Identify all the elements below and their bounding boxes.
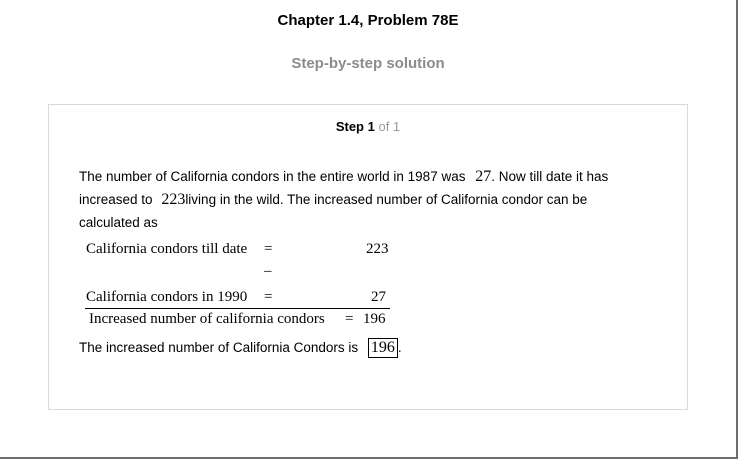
math-row2-equals: = [264,289,273,305]
paragraph-text: . Now till date it has [491,169,609,184]
paragraph-line-2: increased to 223living in the wild. The … [79,188,587,211]
answer-box: 196 [367,338,398,358]
paragraph-line-1: The number of California condors in the … [79,165,608,188]
math-result-equals: = [345,311,354,327]
math-minus-sign: – [264,263,272,279]
math-row1-equals: = [264,241,273,257]
math-subtraction-line [85,308,390,309]
paragraph-text: living in the wild. The increased number… [185,192,588,207]
paragraph-text: increased to [79,192,153,207]
paragraph-text: The number of California condors in the … [79,169,466,184]
math-result-label: Increased number of california condors [89,311,325,327]
solution-subtitle: Step-by-step solution [291,55,445,72]
conclusion-line: The increased number of California Condo… [79,336,402,359]
conclusion-text: The increased number of California Condo… [79,340,359,355]
math-row1-label: California condors till date [86,241,248,257]
math-row2-value: 27 [371,289,386,305]
paragraph-text: calculated as [79,215,158,230]
math-value-now: 223 [161,191,186,208]
solution-card: Step 1 of 1 The number of California con… [48,104,688,410]
math-value-1987: 27 [475,168,492,185]
math-result-value: 196 [363,311,386,327]
conclusion-period: . [397,340,402,355]
step-header: Step 1 of 1 [49,119,687,134]
math-row2-label: California condors in 1990 [86,289,248,305]
step-label: Step 1 [335,119,375,134]
chapter-title: Chapter 1.4, Problem 78E [277,12,459,29]
paragraph-line-3: calculated as [79,211,158,234]
step-count: of 1 [378,119,401,134]
math-row1-value: 223 [366,241,389,257]
